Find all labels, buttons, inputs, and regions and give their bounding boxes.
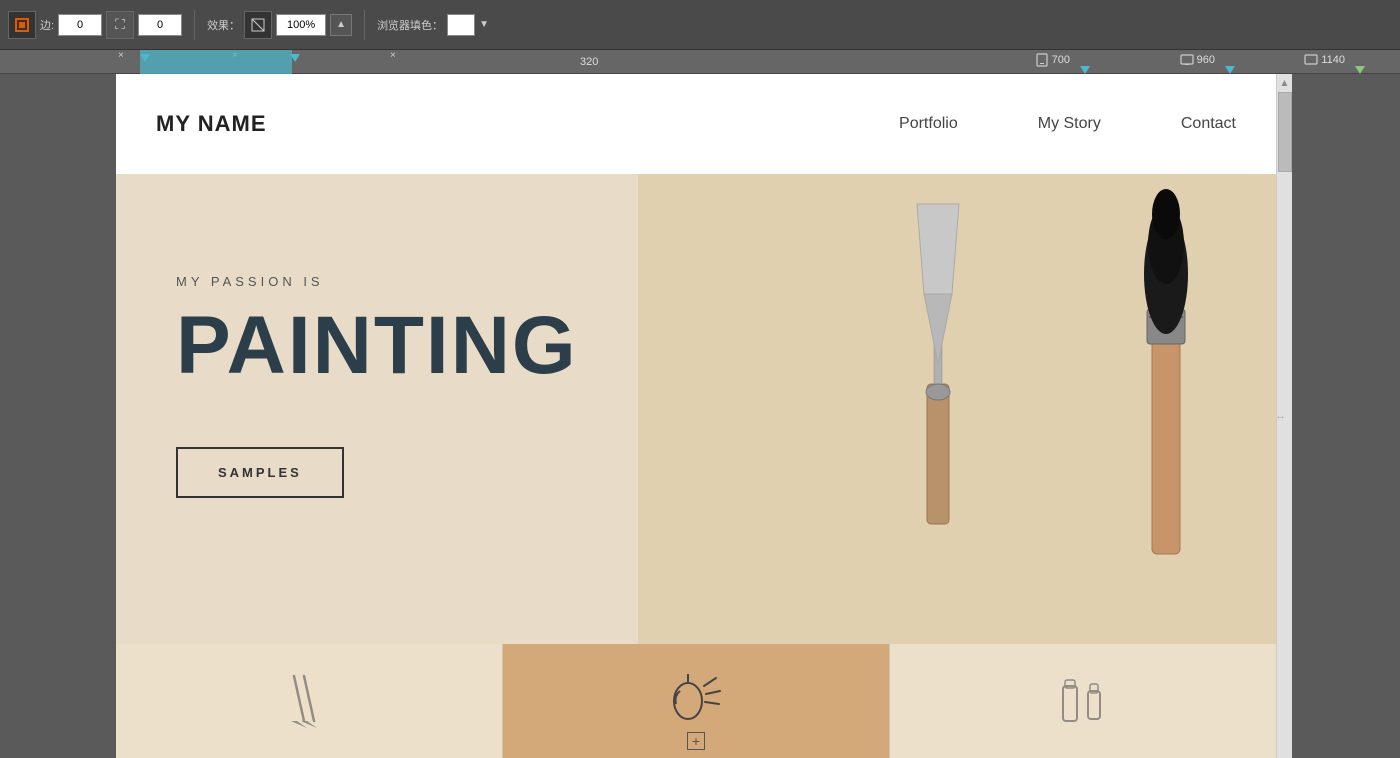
effect-label: 效果： [207, 17, 240, 33]
breakpoints-ruler: × × × 320 700 960 1140 [0, 50, 1400, 74]
divider-2 [364, 10, 365, 40]
grid-cell-2[interactable]: + [503, 644, 890, 758]
scrollbar-up-btn[interactable]: ▲ [1278, 76, 1292, 90]
nav-link-my-story[interactable]: My Story [1038, 115, 1101, 132]
site-nav: MY NAME Portfolio My Story Contact [116, 74, 1276, 174]
breakpoint-close-1[interactable]: × [118, 50, 124, 61]
bp-triangle-700 [1080, 50, 1090, 74]
breakpoint-close-3[interactable]: × [390, 50, 396, 61]
browser-color-group: 浏览器填色： ▼ [377, 14, 489, 36]
hero-illustration [638, 174, 1276, 644]
effect-group: 效果： ▲ [207, 11, 352, 39]
border-input[interactable] [58, 14, 102, 36]
browser-color-label: 浏览器填色： [377, 17, 443, 33]
fullscreen-icon[interactable]: ⛶ [106, 11, 134, 39]
hero-section: MY PASSION IS PAINTING SAMPLES [116, 174, 1276, 644]
grid-icon-2 [666, 666, 726, 736]
zoom-up-btn[interactable]: ▲ [330, 14, 352, 36]
resize-handle[interactable]: ↔ [1275, 410, 1286, 422]
preview-scrollbar[interactable]: ▲ ↔ [1276, 74, 1292, 758]
grid-cell-3 [890, 644, 1276, 758]
canvas-area: MY NAME Portfolio My Story Contact [0, 74, 1400, 758]
position-input[interactable] [138, 14, 182, 36]
scrollbar-thumb[interactable] [1278, 92, 1292, 172]
breakpoint-960[interactable]: 960 [1180, 53, 1215, 67]
breakpoint-range-1 [140, 50, 292, 74]
zoom-input[interactable] [276, 14, 326, 36]
website-preview: MY NAME Portfolio My Story Contact [116, 74, 1276, 758]
divider-1 [194, 10, 195, 40]
bottom-grid: + [116, 644, 1276, 758]
nav-item-my-story[interactable]: My Story [1038, 115, 1101, 133]
ruler-label-320: 320 [580, 56, 598, 68]
grid-icon-3 [1048, 666, 1118, 736]
grid-icon-1 [279, 666, 339, 736]
nav-link-portfolio[interactable]: Portfolio [899, 115, 958, 132]
hero-subtitle: MY PASSION IS [176, 274, 578, 289]
border-icon[interactable] [8, 11, 36, 39]
grid-cell-1 [116, 644, 503, 758]
browser-color-picker[interactable] [447, 14, 475, 36]
border-group: 边: ⛶ [8, 11, 182, 39]
color-dropdown-arrow[interactable]: ▼ [479, 19, 489, 30]
border-label: 边: [40, 17, 54, 33]
nav-item-contact[interactable]: Contact [1181, 115, 1236, 133]
nav-item-portfolio[interactable]: Portfolio [899, 115, 958, 133]
bp-triangle-1140 [1355, 50, 1365, 74]
effect-icon[interactable] [244, 11, 272, 39]
breakpoint-1140[interactable]: 1140 [1304, 53, 1345, 67]
nav-links: Portfolio My Story Contact [899, 115, 1236, 133]
breakpoint-700[interactable]: 700 [1035, 53, 1070, 67]
site-logo: MY NAME [156, 111, 267, 137]
nav-link-contact[interactable]: Contact [1181, 115, 1236, 132]
hero-content: MY PASSION IS PAINTING SAMPLES [176, 274, 578, 498]
bp-triangle-960 [1225, 50, 1235, 74]
add-icon-2[interactable]: + [687, 732, 705, 750]
toolbar: 边: ⛶ 效果： ▲ 浏览器填色： ▼ [0, 0, 1400, 50]
hero-title: PAINTING [176, 305, 578, 387]
samples-button[interactable]: SAMPLES [176, 447, 344, 498]
